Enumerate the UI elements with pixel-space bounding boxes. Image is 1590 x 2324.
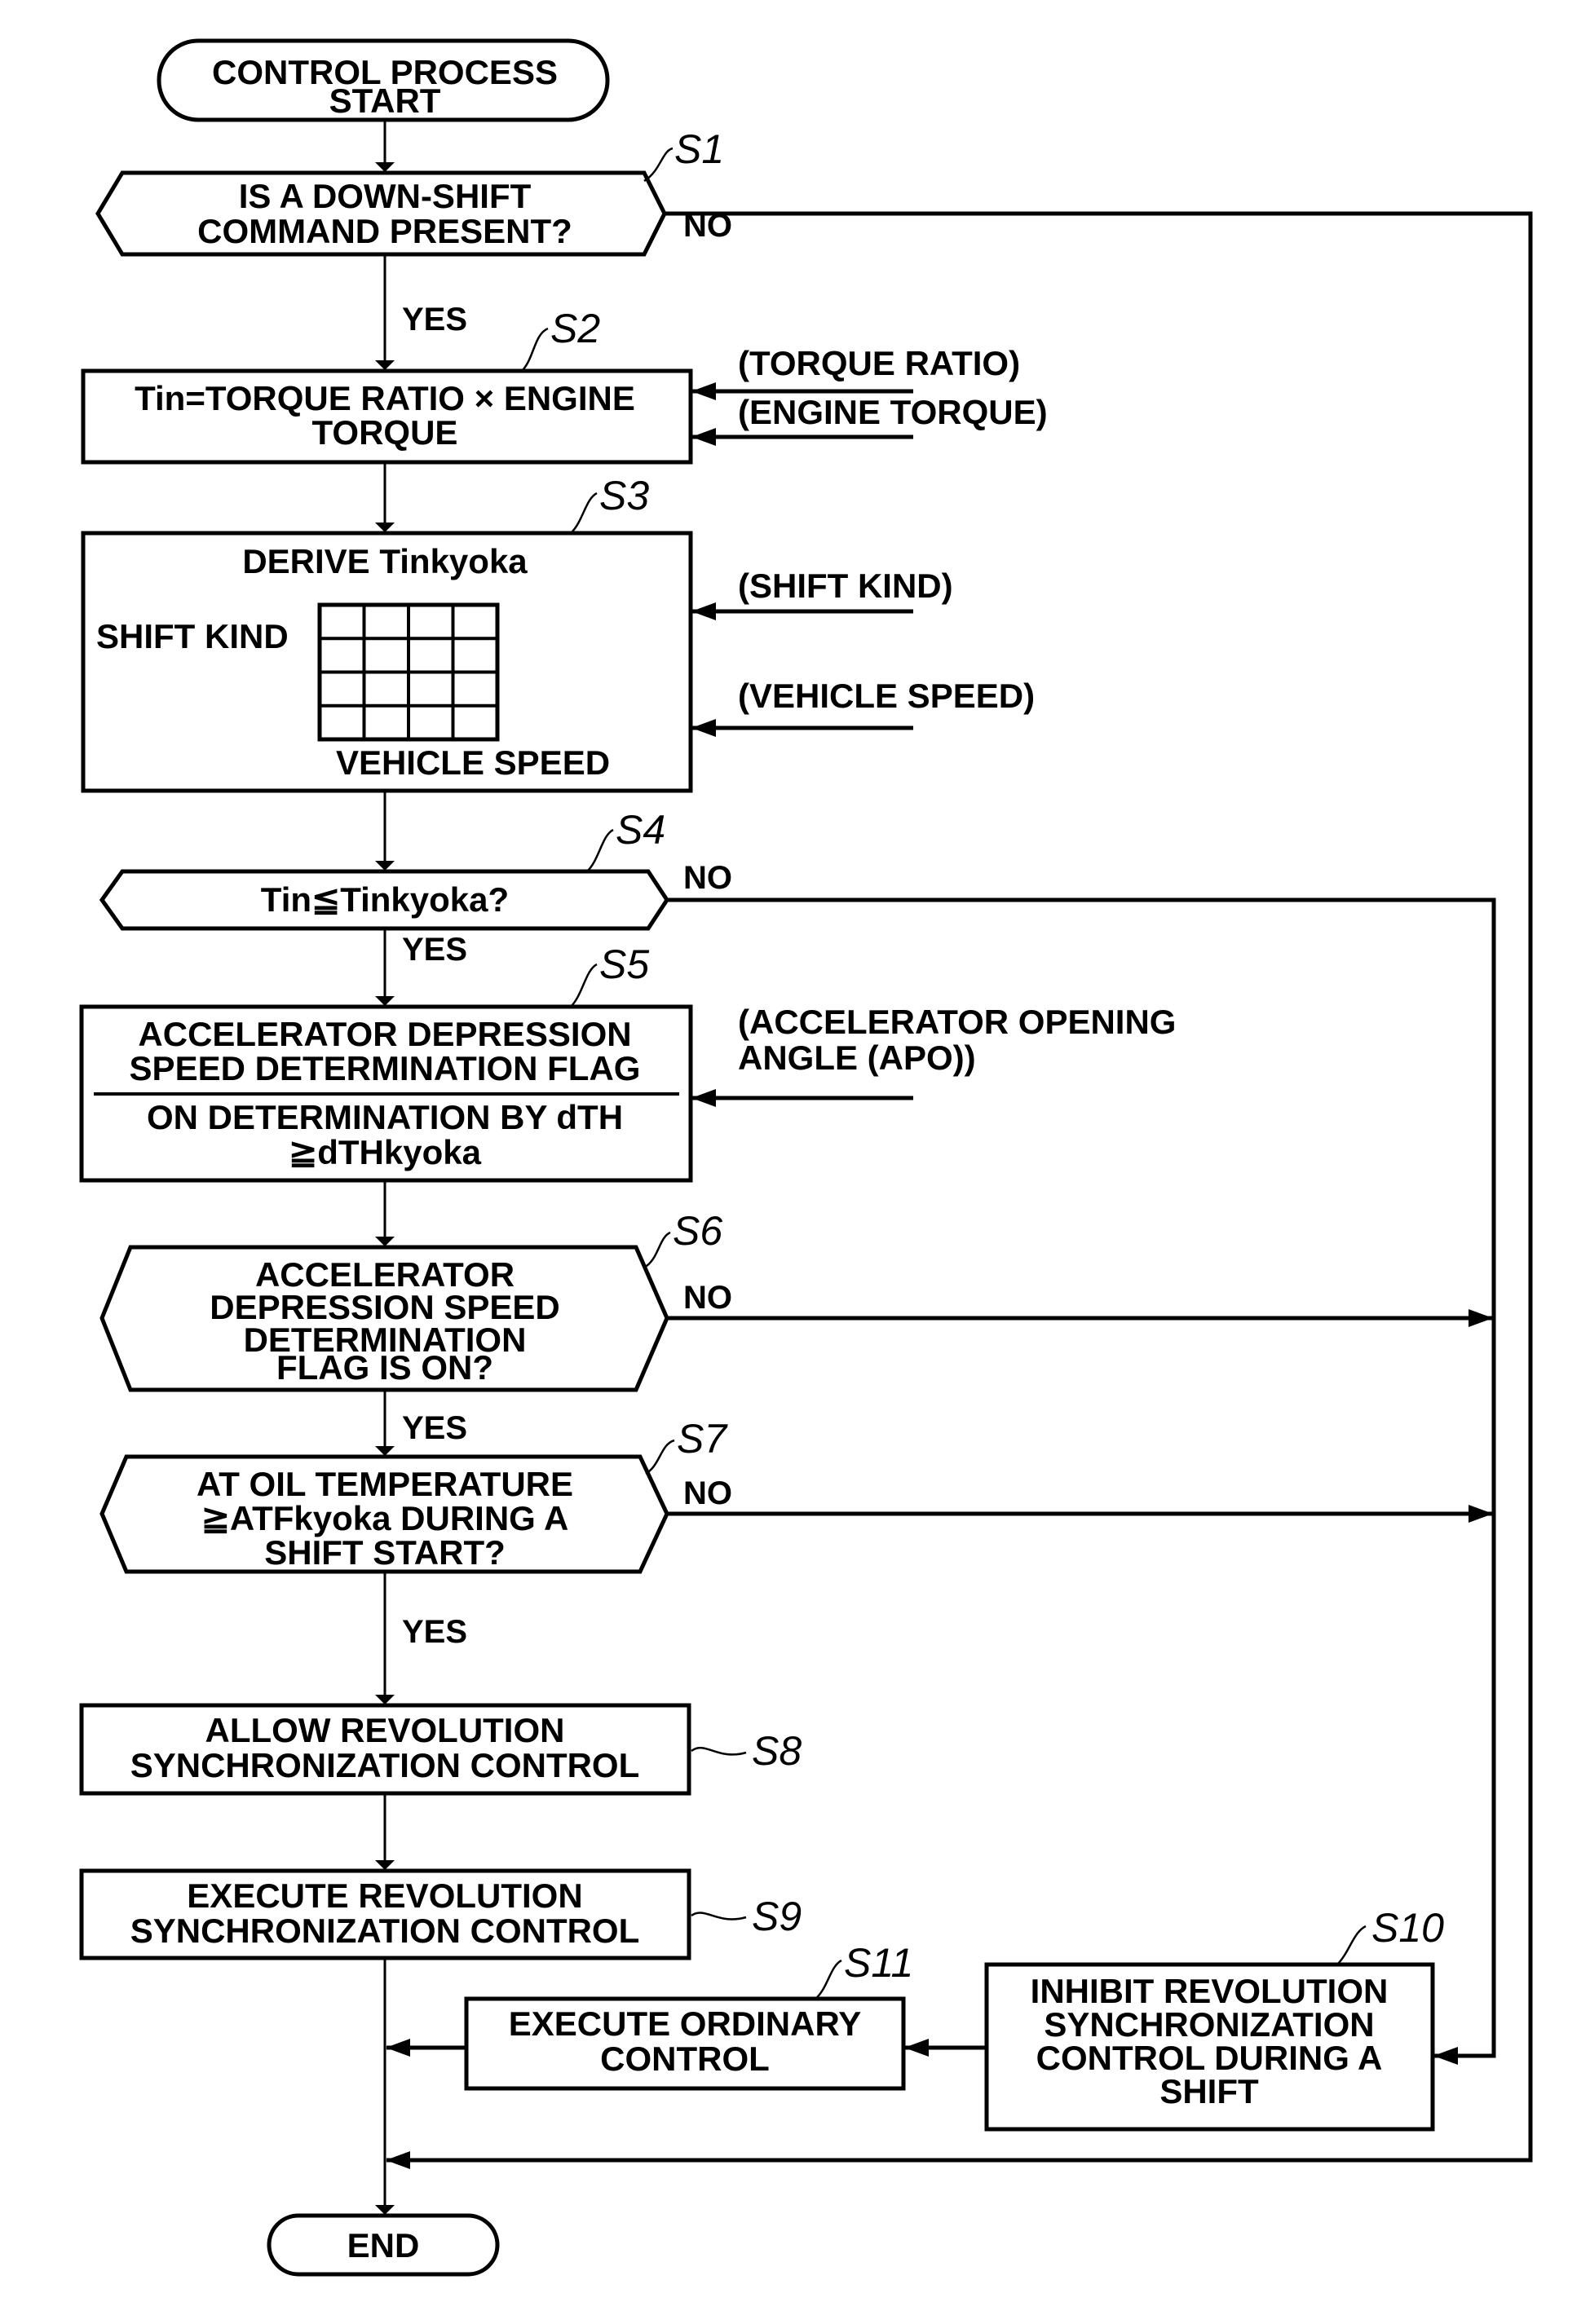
step-label-s9: S9 xyxy=(752,1894,802,1939)
leader-s2 xyxy=(521,327,549,372)
s9-line-2: SYNCHRONIZATION CONTROL xyxy=(130,1912,640,1950)
step-s8-process: ALLOW REVOLUTION SYNCHRONIZATION CONTROL xyxy=(79,1703,691,1796)
s6-yes-label: YES xyxy=(402,1410,467,1446)
leader-s8 xyxy=(691,1746,747,1756)
s5-line-1: ACCELERATOR DEPRESSION xyxy=(138,1015,631,1053)
end-terminal: END xyxy=(267,2213,500,2277)
s8-line-1: ALLOW REVOLUTION xyxy=(205,1711,565,1749)
s11-line-1: EXECUTE ORDINARY xyxy=(509,2004,862,2043)
s6-no-label: NO xyxy=(683,1280,732,1316)
s1-yes-label: YES xyxy=(402,302,467,337)
s5-line-2: SPEED DETERMINATION FLAG xyxy=(130,1049,641,1087)
s3-col-label: VEHICLE SPEED xyxy=(336,743,610,782)
leader-s11 xyxy=(815,1959,842,2000)
leader-s3 xyxy=(570,492,598,534)
s10-line-1: INHIBIT REVOLUTION xyxy=(1031,1972,1389,2010)
end-label: END xyxy=(347,2226,420,2264)
s7-line-1: AT OIL TEMPERATURE xyxy=(197,1465,573,1503)
s11-line-2: CONTROL xyxy=(600,2040,770,2078)
s2-line-1: Tin=TORQUE RATIO × ENGINE xyxy=(135,379,635,417)
s1-line-2: COMMAND PRESENT? xyxy=(197,212,572,250)
step-label-s8: S8 xyxy=(752,1728,802,1774)
flowchart: CONTROL PROCESS START IS A DOWN-SHIFT CO… xyxy=(79,38,1533,2277)
step-label-s10: S10 xyxy=(1371,1905,1444,1951)
leader-s6 xyxy=(643,1231,671,1269)
s3-input-vehicle-speed: (VEHICLE SPEED) xyxy=(738,677,1035,715)
s6-line-4: FLAG IS ON? xyxy=(276,1348,493,1387)
edge-s1-no-end xyxy=(386,211,1533,2169)
s3-input-shift-kind: (SHIFT KIND) xyxy=(738,567,953,605)
s5-input-line-2: ANGLE (APO)) xyxy=(738,1039,976,1077)
s3-row-label: SHIFT KIND xyxy=(96,617,289,655)
step-s9-process: EXECUTE REVOLUTION SYNCHRONIZATION CONTR… xyxy=(79,1868,691,1960)
s8-line-2: SYNCHRONIZATION CONTROL xyxy=(130,1746,640,1784)
step-s3-process: DERIVE Tinkyoka SHIFT KIND VEHICLE SPEED xyxy=(81,531,693,793)
leader-s7 xyxy=(645,1439,675,1475)
s7-line-2: ≧ATFkyoka DURING A xyxy=(201,1499,569,1537)
step-s6-decision: ACCELERATOR DEPRESSION SPEED DETERMINATI… xyxy=(99,1245,669,1392)
s9-line-1: EXECUTE REVOLUTION xyxy=(187,1876,582,1915)
s5-line-3: ON DETERMINATION BY dTH xyxy=(147,1098,623,1136)
s7-line-3: SHIFT START? xyxy=(264,1533,506,1572)
step-s7-decision: AT OIL TEMPERATURE ≧ATFkyoka DURING A SH… xyxy=(99,1454,669,1574)
step-label-s4: S4 xyxy=(616,807,665,853)
s5-line-4: ≧dTHkyoka xyxy=(289,1133,482,1171)
step-s1-decision: IS A DOWN-SHIFT COMMAND PRESENT? xyxy=(95,170,667,257)
step-label-s6: S6 xyxy=(673,1208,722,1254)
step-label-s2: S2 xyxy=(550,306,600,351)
s2-input-torque-ratio: (TORQUE RATIO) xyxy=(738,344,1020,382)
s5-input-line-1: (ACCELERATOR OPENING xyxy=(738,1003,1176,1041)
s1-line-1: IS A DOWN-SHIFT xyxy=(239,177,532,215)
s1-no-label: NO xyxy=(683,208,732,244)
step-label-s5: S5 xyxy=(599,942,649,987)
s2-line-2: TORQUE xyxy=(312,413,458,452)
start-terminal: CONTROL PROCESS START xyxy=(157,38,610,122)
step-label-s3: S3 xyxy=(599,473,649,518)
step-s10-process: INHIBIT REVOLUTION SYNCHRONIZATION CONTR… xyxy=(984,1962,1435,2132)
leader-s10 xyxy=(1336,1925,1367,1965)
step-label-s1: S1 xyxy=(674,126,724,172)
step-label-s11: S11 xyxy=(844,1940,913,1986)
step-s5-process: ACCELERATOR DEPRESSION SPEED DETERMINATI… xyxy=(79,1004,693,1183)
s7-no-label: NO xyxy=(683,1475,732,1511)
s2-input-engine-torque: (ENGINE TORQUE) xyxy=(738,393,1048,431)
leader-s9 xyxy=(691,1912,747,1920)
step-s2-process: Tin=TORQUE RATIO × ENGINE TORQUE xyxy=(81,368,693,465)
s3-title: DERIVE Tinkyoka xyxy=(242,542,528,580)
leader-s4 xyxy=(586,828,614,872)
leader-s5 xyxy=(570,963,598,1008)
s4-yes-label: YES xyxy=(402,932,467,968)
s10-line-4: SHIFT xyxy=(1159,2072,1259,2110)
start-line-2: START xyxy=(329,82,441,120)
step-label-s7: S7 xyxy=(677,1416,728,1462)
s10-line-2: SYNCHRONIZATION xyxy=(1044,2005,1374,2044)
s4-line-1: Tin≦Tinkyoka? xyxy=(261,880,509,919)
step-s4-decision: Tin≦Tinkyoka? xyxy=(99,869,669,931)
s7-yes-label: YES xyxy=(402,1614,467,1650)
step-s11-process: EXECUTE ORDINARY CONTROL xyxy=(464,1996,906,2091)
leader-s1 xyxy=(643,147,674,183)
s4-no-label: NO xyxy=(683,860,732,896)
s10-line-3: CONTROL DURING A xyxy=(1036,2039,1383,2077)
